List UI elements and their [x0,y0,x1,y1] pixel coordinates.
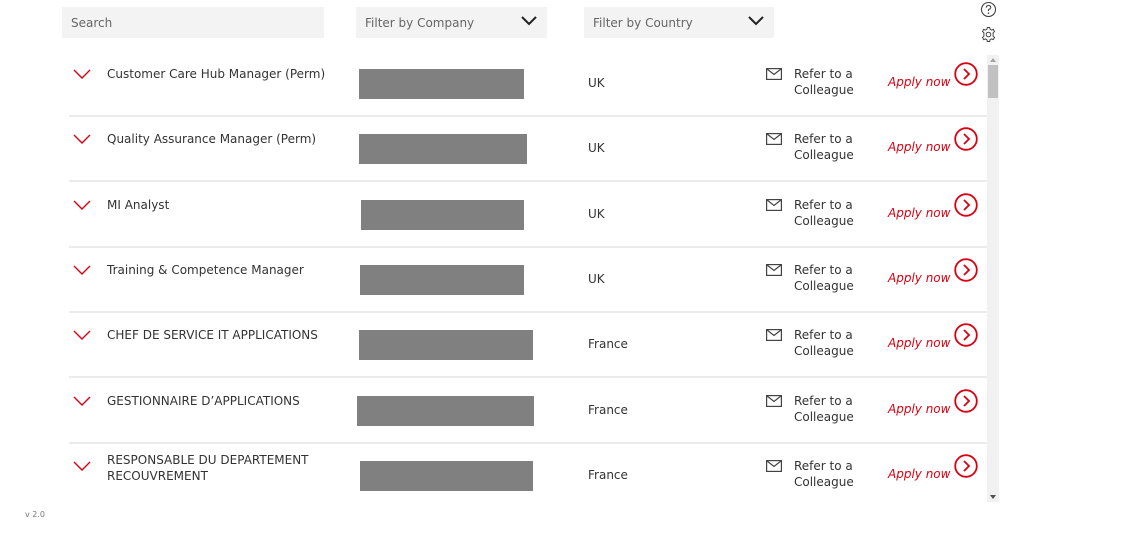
job-country: France [588,403,628,417]
job-country: France [588,468,628,482]
expand-chevron-icon[interactable] [73,133,91,145]
apply-arrow-icon[interactable] [954,323,978,347]
scrollbar[interactable] [987,55,999,502]
version-label: v 2.0 [25,510,45,519]
company-filter-dropdown[interactable]: Filter by Company [356,7,547,38]
mail-icon[interactable] [766,264,782,276]
job-title: Quality Assurance Manager (Perm) [107,132,317,146]
refer-colleague-link[interactable]: Refer to a Colleague [794,197,854,229]
expand-chevron-icon[interactable] [73,395,91,407]
job-row: Quality Assurance Manager (Perm) UK Refe… [69,117,987,182]
job-title: CHEF DE SERVICE IT APPLICATIONS [107,328,318,342]
apply-now-link[interactable]: Apply now [888,140,950,154]
mail-icon[interactable] [766,199,782,211]
apply-arrow-icon[interactable] [954,454,978,478]
apply-now-link[interactable]: Apply now [888,75,950,89]
job-country: UK [588,272,605,286]
expand-chevron-icon[interactable] [73,199,91,211]
refer-colleague-link[interactable]: Refer to a Colleague [794,131,854,163]
apply-now-link[interactable]: Apply now [888,336,950,350]
company-redacted [359,330,533,360]
apply-arrow-icon[interactable] [954,193,978,217]
scroll-down-arrow[interactable] [990,495,996,499]
job-title: RESPONSABLE DU DEPARTEMENT RECOUVREMENT [107,453,309,483]
help-icon[interactable] [980,1,997,18]
job-list: Customer Care Hub Manager (Perm) UK Refe… [69,52,987,502]
mail-icon[interactable] [766,395,782,407]
job-title: MI Analyst [107,198,170,212]
apply-arrow-icon[interactable] [954,127,978,151]
expand-chevron-icon[interactable] [73,264,91,276]
job-title: Training & Competence Manager [107,263,304,277]
refer-colleague-link[interactable]: Refer to a Colleague [794,66,854,98]
job-title: GESTIONNAIRE D’APPLICATIONS [107,394,300,408]
settings-icon[interactable] [980,26,997,43]
scroll-up-arrow[interactable] [990,58,996,62]
company-redacted [357,396,534,426]
apply-arrow-icon[interactable] [954,258,978,282]
scrollbar-thumb[interactable] [988,65,998,98]
job-row: RESPONSABLE DU DEPARTEMENT RECOUVREMENT … [69,444,987,502]
chevron-down-icon [521,16,537,26]
mail-icon[interactable] [766,329,782,341]
refer-colleague-link[interactable]: Refer to a Colleague [794,458,854,490]
chevron-down-icon [748,16,764,26]
job-country: UK [588,207,605,221]
country-filter-dropdown[interactable]: Filter by Country [584,7,774,38]
mail-icon[interactable] [766,68,782,80]
job-country: UK [588,76,605,90]
mail-icon[interactable] [766,133,782,145]
job-row: Customer Care Hub Manager (Perm) UK Refe… [69,52,987,117]
job-country: UK [588,141,605,155]
job-title: Customer Care Hub Manager (Perm) [107,67,326,81]
company-filter-label: Filter by Company [365,15,475,30]
company-redacted [359,134,527,164]
apply-now-link[interactable]: Apply now [888,271,950,285]
job-row: MI Analyst UK Refer to a Colleague Apply … [69,183,987,248]
company-redacted [360,461,533,491]
apply-arrow-icon[interactable] [954,62,978,86]
country-filter-label: Filter by Country [593,15,693,30]
job-row: Training & Competence Manager UK Refer t… [69,248,987,313]
company-redacted [361,200,524,230]
apply-arrow-icon[interactable] [954,389,978,413]
mail-icon[interactable] [766,460,782,472]
job-country: France [588,337,628,351]
expand-chevron-icon[interactable] [73,460,91,472]
expand-chevron-icon[interactable] [73,68,91,80]
refer-colleague-link[interactable]: Refer to a Colleague [794,262,854,294]
expand-chevron-icon[interactable] [73,329,91,341]
search-input[interactable] [62,7,324,38]
company-redacted [360,265,524,295]
job-row: GESTIONNAIRE D’APPLICATIONS France Refer… [69,379,987,444]
refer-colleague-link[interactable]: Refer to a Colleague [794,327,854,359]
apply-now-link[interactable]: Apply now [888,467,950,481]
company-redacted [359,69,524,99]
apply-now-link[interactable]: Apply now [888,206,950,220]
apply-now-link[interactable]: Apply now [888,402,950,416]
refer-colleague-link[interactable]: Refer to a Colleague [794,393,854,425]
job-row: CHEF DE SERVICE IT APPLICATIONS France R… [69,313,987,378]
